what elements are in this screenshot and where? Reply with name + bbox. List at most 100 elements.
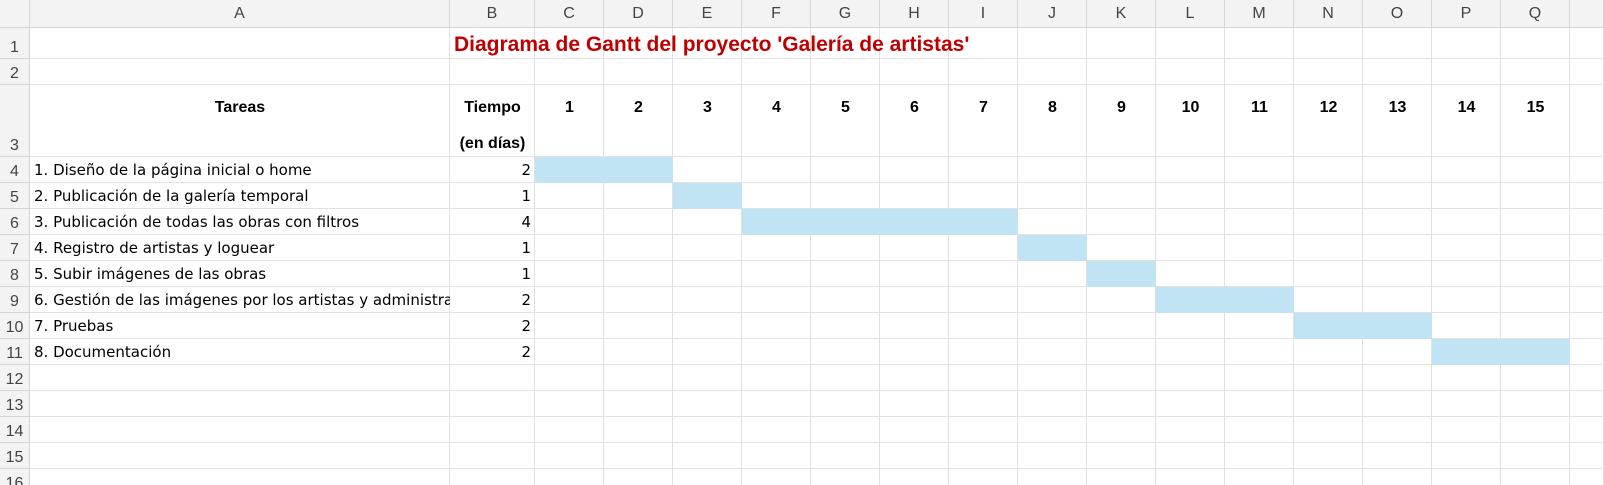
cell-l16[interactable] (1156, 469, 1225, 485)
cell-l10[interactable] (1156, 313, 1225, 339)
cell-o2[interactable] (1363, 59, 1432, 85)
cell-e9[interactable] (673, 287, 742, 313)
cell-e3[interactable] (673, 85, 742, 157)
cell-d15[interactable] (604, 443, 673, 469)
cell-e16[interactable] (673, 469, 742, 485)
cell-j4[interactable] (1018, 157, 1087, 183)
cell-i4[interactable] (949, 157, 1018, 183)
column-header-i[interactable]: I (949, 0, 1018, 28)
cell-o3[interactable] (1363, 85, 1432, 157)
column-header-g[interactable]: G (811, 0, 880, 28)
cell-g1[interactable] (811, 28, 880, 59)
cell-h4[interactable] (880, 157, 949, 183)
cell-f14[interactable] (742, 417, 811, 443)
cell-m6[interactable] (1225, 209, 1294, 235)
cell-c1[interactable] (535, 28, 604, 59)
cell-f8[interactable] (742, 261, 811, 287)
cell-p5[interactable] (1432, 183, 1501, 209)
cell-q8[interactable] (1501, 261, 1570, 287)
cell-d10[interactable] (604, 313, 673, 339)
cell-i1[interactable] (949, 28, 1018, 59)
cell-p14[interactable] (1432, 417, 1501, 443)
cell-h8[interactable] (880, 261, 949, 287)
cell-i7[interactable] (949, 235, 1018, 261)
cell-m8[interactable] (1225, 261, 1294, 287)
cell-a1[interactable] (30, 28, 450, 59)
row-header-1[interactable]: 1 (0, 28, 30, 59)
cell-c13[interactable] (535, 391, 604, 417)
cell-k15[interactable] (1087, 443, 1156, 469)
cell-i12[interactable] (949, 365, 1018, 391)
cell-l13[interactable] (1156, 391, 1225, 417)
cell-d16[interactable] (604, 469, 673, 485)
cell-m13[interactable] (1225, 391, 1294, 417)
cell-n3[interactable] (1294, 85, 1363, 157)
cell-l3[interactable] (1156, 85, 1225, 157)
cell-d7[interactable] (604, 235, 673, 261)
cell-m4[interactable] (1225, 157, 1294, 183)
cell-b3[interactable] (450, 85, 535, 157)
column-header-p[interactable]: P (1432, 0, 1501, 28)
cell-b9[interactable] (450, 287, 535, 313)
cell-l12[interactable] (1156, 365, 1225, 391)
cell-j9[interactable] (1018, 287, 1087, 313)
cell-p1[interactable] (1432, 28, 1501, 59)
cell-e8[interactable] (673, 261, 742, 287)
cell-a16[interactable] (30, 469, 450, 485)
cell-j10[interactable] (1018, 313, 1087, 339)
cell-p10[interactable] (1432, 313, 1501, 339)
cell-k13[interactable] (1087, 391, 1156, 417)
cell-r14[interactable] (1570, 417, 1604, 443)
cell-m11[interactable] (1225, 339, 1294, 365)
cell-j8[interactable] (1018, 261, 1087, 287)
cell-g10[interactable] (811, 313, 880, 339)
cell-d11[interactable] (604, 339, 673, 365)
cell-n4[interactable] (1294, 157, 1363, 183)
cell-n11[interactable] (1294, 339, 1363, 365)
cell-f7[interactable] (742, 235, 811, 261)
cell-n9[interactable] (1294, 287, 1363, 313)
cell-e2[interactable] (673, 59, 742, 85)
cell-l4[interactable] (1156, 157, 1225, 183)
cell-g7[interactable] (811, 235, 880, 261)
cell-o7[interactable] (1363, 235, 1432, 261)
cell-k12[interactable] (1087, 365, 1156, 391)
cell-q12[interactable] (1501, 365, 1570, 391)
cell-m7[interactable] (1225, 235, 1294, 261)
cell-e13[interactable] (673, 391, 742, 417)
cell-a4[interactable] (30, 157, 450, 183)
cell-h15[interactable] (880, 443, 949, 469)
cell-h3[interactable] (880, 85, 949, 157)
cell-p16[interactable] (1432, 469, 1501, 485)
cell-o12[interactable] (1363, 365, 1432, 391)
cell-l2[interactable] (1156, 59, 1225, 85)
cell-r7[interactable] (1570, 235, 1604, 261)
cell-e14[interactable] (673, 417, 742, 443)
cell-p4[interactable] (1432, 157, 1501, 183)
cell-o1[interactable] (1363, 28, 1432, 59)
column-header-o[interactable]: O (1363, 0, 1432, 28)
cell-f16[interactable] (742, 469, 811, 485)
cell-d14[interactable] (604, 417, 673, 443)
cell-i15[interactable] (949, 443, 1018, 469)
cell-b11[interactable] (450, 339, 535, 365)
cell-d12[interactable] (604, 365, 673, 391)
cell-r2[interactable] (1570, 59, 1604, 85)
cell-b14[interactable] (450, 417, 535, 443)
cell-n15[interactable] (1294, 443, 1363, 469)
row-header-11[interactable]: 11 (0, 339, 30, 365)
cell-g11[interactable] (811, 339, 880, 365)
cell-i16[interactable] (949, 469, 1018, 485)
cell-g3[interactable] (811, 85, 880, 157)
column-header-c[interactable]: C (535, 0, 604, 28)
cell-c14[interactable] (535, 417, 604, 443)
cell-m1[interactable] (1225, 28, 1294, 59)
cell-e12[interactable] (673, 365, 742, 391)
cell-m14[interactable] (1225, 417, 1294, 443)
cell-r1[interactable] (1570, 28, 1604, 59)
column-header-e[interactable]: E (673, 0, 742, 28)
cell-q5[interactable] (1501, 183, 1570, 209)
cell-d3[interactable] (604, 85, 673, 157)
cell-d1[interactable] (604, 28, 673, 59)
cell-l8[interactable] (1156, 261, 1225, 287)
